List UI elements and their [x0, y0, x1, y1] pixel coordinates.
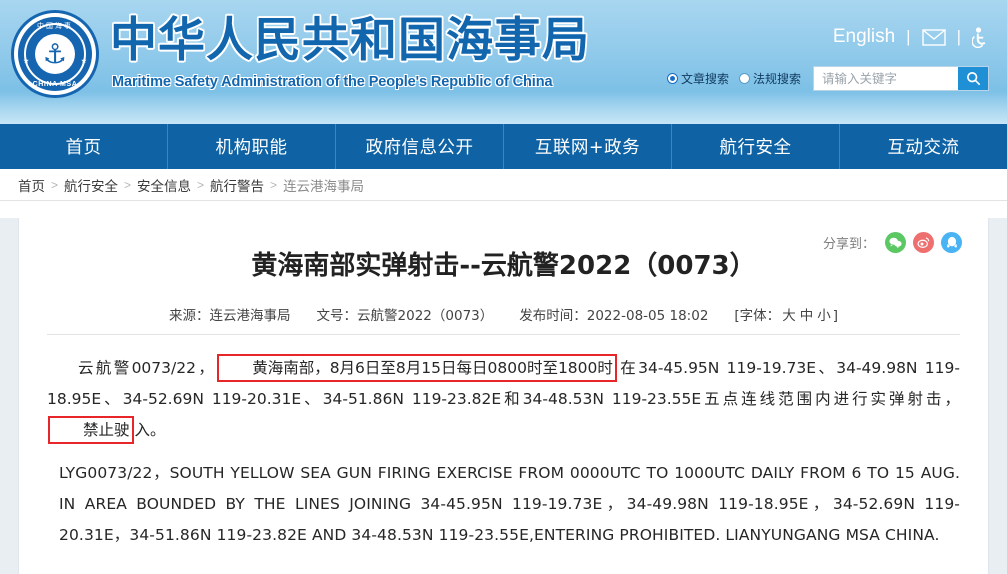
article-paragraph-cn: 云航警0073/22， 黄海南部，8月6日至8月15日每日0800时至1800时在…	[47, 353, 960, 446]
cn-text-part1: 云航警0073/22，	[78, 359, 217, 378]
breadcrumb-bar: 首页 > 航行安全 > 安全信息 > 航行警告 > 连云港海事局	[0, 169, 1007, 201]
main-navigation: 首页 机构职能 政府信息公开 互联网+政务 航行安全 互动交流	[0, 124, 1007, 169]
breadcrumb-separator-4: >	[270, 177, 278, 192]
search-box	[813, 66, 989, 91]
meta-docnum: 文号：云航警2022（0073）	[317, 304, 494, 324]
font-label: [字体：	[734, 308, 781, 325]
search-icon	[966, 72, 980, 86]
meta-source: 来源：连云港海事局	[169, 304, 291, 324]
breadcrumb-current: 连云港海事局	[283, 178, 365, 195]
nav-item-government-info[interactable]: 政府信息公开	[336, 124, 504, 169]
emblem-top-text: 中国海事	[37, 23, 73, 30]
share-label: 分享到：	[822, 237, 875, 253]
nav-item-navigation-safety[interactable]: 航行安全	[672, 124, 840, 169]
breadcrumb-separator-2: >	[124, 177, 132, 192]
font-size-medium-button[interactable]: 中	[798, 308, 816, 324]
breadcrumb: 首页 > 航行安全 > 安全信息 > 航行警告 > 连云港海事局	[18, 175, 364, 195]
search-scope-radio-group: 文章搜索 法规搜索	[666, 70, 801, 87]
header-search-row: 文章搜索 法规搜索	[666, 66, 989, 91]
radio-dot-regulation[interactable]	[738, 73, 750, 84]
mail-icon[interactable]	[921, 28, 946, 46]
radio-label-regulation: 法规搜索	[752, 72, 801, 86]
article-paragraph-en: LYG0073/22，SOUTH YELLOW SEA GUN FIRING E…	[59, 464, 960, 545]
meta-date-label: 发布时间：	[519, 308, 587, 325]
highlight-box-date-area: 黄海南部，8月6日至8月15日每日0800时至1800时	[217, 354, 617, 383]
site-title-en: Maritime Safety Administration of the Pe…	[112, 74, 553, 90]
radio-dot-article[interactable]	[666, 73, 678, 84]
wechat-icon[interactable]	[885, 232, 906, 254]
utility-separator-2: |	[956, 27, 961, 46]
header-utility-row: English | |	[833, 26, 989, 48]
emblem-core: ⚓	[35, 34, 75, 74]
nav-item-interaction[interactable]: 互动交流	[840, 124, 1007, 169]
meta-source-value: 连云港海事局	[209, 308, 291, 325]
anchor-icon: ⚓	[42, 38, 68, 69]
accessibility-icon[interactable]	[972, 26, 989, 48]
header-gradient-wash	[0, 90, 1007, 124]
breadcrumb-item-home[interactable]: 首页	[18, 175, 45, 195]
font-size-small-button[interactable]: 小	[815, 308, 833, 324]
article-container: 分享到： 黄海南部实弹射击--云航警2022（0073） 来源：连云港海事局 文…	[18, 218, 989, 574]
page-background: 分享到： 黄海南部实弹射击--云航警2022（0073） 来源：连云港海事局 文…	[0, 218, 1007, 574]
meta-date: 发布时间：2022-08-05 18:02	[519, 304, 708, 324]
share-row: 分享到：	[822, 232, 962, 254]
cn-text-part3: 入。	[134, 421, 166, 440]
site-header: 中国海事 ★ ★ ⚓ CHINA MSA 中华人民共和国海事局 Maritime…	[0, 0, 1007, 124]
article-body: 云航警0073/22， 黄海南部，8月6日至8月15日每日0800时至1800时在…	[19, 335, 988, 551]
star-icon-left: ★	[23, 58, 30, 65]
search-input[interactable]	[814, 67, 958, 90]
radio-label-article: 文章搜索	[680, 72, 729, 86]
radio-regulation-search[interactable]: 法规搜索	[738, 70, 801, 87]
meta-date-value: 2022-08-05 18:02	[586, 308, 709, 325]
nav-item-internet-plus[interactable]: 互联网+政务	[504, 124, 672, 169]
meta-docnum-label: 文号：	[316, 308, 358, 325]
star-icon-right: ★	[80, 58, 87, 65]
font-size-controls: [字体：大中小]	[734, 304, 838, 324]
font-close-bracket: ]	[832, 308, 838, 325]
weibo-icon[interactable]	[913, 232, 934, 254]
meta-source-label: 来源：	[169, 308, 210, 325]
msa-emblem-logo[interactable]: 中国海事 ★ ★ ⚓ CHINA MSA	[11, 10, 99, 98]
emblem-inner: 中国海事 ★ ★ ⚓ CHINA MSA	[18, 17, 92, 91]
breadcrumb-item-safety-info[interactable]: 安全信息	[137, 175, 191, 195]
radio-article-search[interactable]: 文章搜索	[666, 70, 729, 87]
search-button[interactable]	[958, 67, 988, 90]
breadcrumb-separator-3: >	[197, 177, 205, 192]
site-title-cn: 中华人民共和国海事局	[110, 13, 590, 68]
nav-item-organization[interactable]: 机构职能	[168, 124, 336, 169]
utility-separator-1: |	[906, 27, 911, 46]
highlight-box-prohibited: 禁止驶	[48, 416, 134, 445]
meta-docnum-value: 云航警2022（0073）	[357, 308, 494, 325]
font-size-large-button[interactable]: 大	[780, 308, 798, 324]
nav-item-home[interactable]: 首页	[0, 124, 168, 169]
qq-icon[interactable]	[941, 232, 962, 254]
english-link[interactable]: English	[833, 26, 895, 48]
breadcrumb-item-navigation-warning[interactable]: 航行警告	[210, 175, 264, 195]
breadcrumb-item-navigation-safety[interactable]: 航行安全	[64, 175, 118, 195]
breadcrumb-separator-1: >	[51, 177, 59, 192]
article-meta: 来源：连云港海事局 文号：云航警2022（0073） 发布时间：2022-08-…	[47, 304, 960, 336]
emblem-bottom-text: CHINA MSA	[32, 81, 78, 88]
